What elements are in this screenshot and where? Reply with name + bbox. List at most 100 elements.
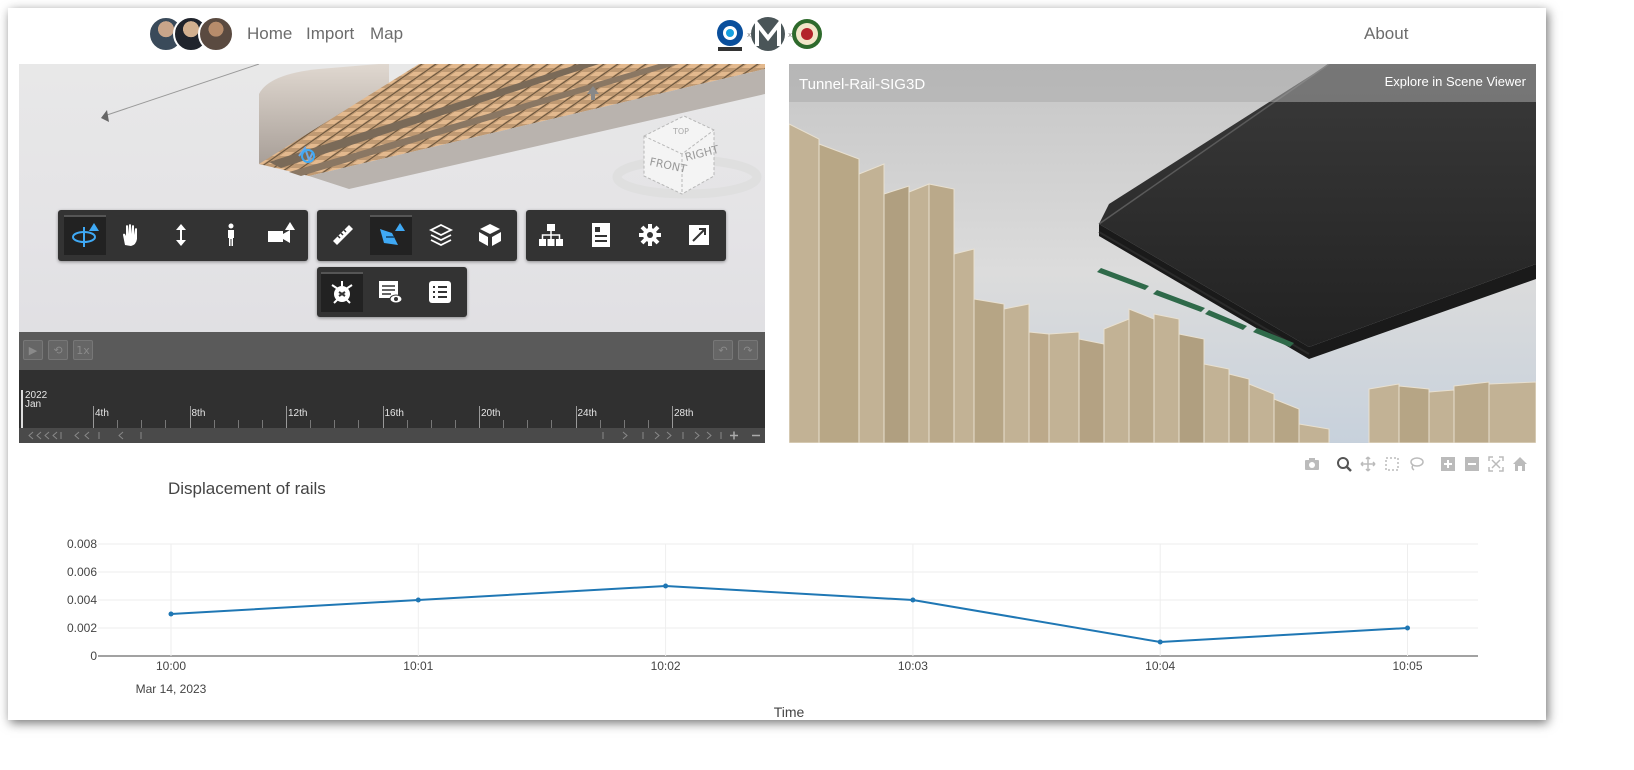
scene-viewer-header: Tunnel-Rail-SIG3D Explore in Scene Viewe… <box>789 64 1536 102</box>
data-point[interactable] <box>415 597 421 603</box>
nav-import-link[interactable]: Import <box>306 24 354 44</box>
timeline-minor-tick <box>599 420 601 428</box>
data-point[interactable] <box>1405 625 1410 631</box>
nav-map-link[interactable]: Map <box>370 24 403 44</box>
x-axis-ticks: 10:00 10:01 10:02 10:03 10:04 10:05 <box>156 659 1423 673</box>
settings-button[interactable] <box>629 215 671 255</box>
explode-button[interactable] <box>469 215 511 255</box>
model-tree-icon <box>539 224 563 246</box>
ruler-icon <box>333 225 353 245</box>
vertical-move-button[interactable] <box>160 215 202 255</box>
timeline-cursor[interactable] <box>21 390 23 428</box>
socotec-logo <box>717 20 743 51</box>
timeline-minor-tick <box>430 420 432 428</box>
layers-button[interactable] <box>420 215 462 255</box>
camera-icon <box>268 222 295 243</box>
navigation-toolbar <box>58 210 308 261</box>
timeline-minor-tick <box>647 420 649 428</box>
cesium-viewer[interactable]: FRONT RIGHT TOP ▶ ⟲ 1x ↶ ↷ 2022 Jan 4th … <box>19 64 765 443</box>
svg-text:x: x <box>788 31 792 39</box>
fullscreen-button[interactable] <box>678 215 720 255</box>
timeline-tick-label: 20th <box>481 408 501 419</box>
pan-button[interactable] <box>110 215 152 255</box>
play-button[interactable]: ▶ <box>23 340 43 360</box>
timeline-minor-tick <box>261 420 263 428</box>
list-icon <box>429 281 451 303</box>
view-cube[interactable]: FRONT RIGHT TOP <box>612 115 762 199</box>
analysis-toolbar <box>317 210 517 261</box>
timeline[interactable]: 2022 Jan 4th 8th 12th 16th 20th 24th 28th <box>19 370 765 443</box>
y-tick-label: 0.002 <box>67 621 97 635</box>
loop-button[interactable]: ⟲ <box>48 340 68 360</box>
step-forward-button[interactable]: ↷ <box>738 340 758 360</box>
m-logo <box>751 17 785 51</box>
x-axis-date-label: Mar 14, 2023 <box>136 682 207 696</box>
light-source-icon <box>101 110 109 122</box>
chart-svg: Displacement of rails 0 0.002 0.004 0.006 0.… <box>67 479 1478 720</box>
animation-bar: ▶ ⟲ 1x ↶ ↷ <box>19 332 765 370</box>
timeline-minor-tick <box>527 420 529 428</box>
navbar: Home Import Map x x About <box>8 8 1546 64</box>
timeline-scroll-glyphs <box>28 431 760 440</box>
y-tick-label: 0 <box>90 649 97 663</box>
timeline-minor-tick <box>551 420 553 428</box>
timeline-minor-tick <box>310 420 312 428</box>
y-axis-ticks: 0 0.002 0.004 0.006 0.008 <box>67 537 97 663</box>
timeline-major-tick <box>93 406 94 428</box>
scene-viewer[interactable]: Tunnel-Rail-SIG3D Explore in Scene Viewe… <box>789 64 1536 443</box>
step-back-button[interactable]: ↶ <box>713 340 733 360</box>
timeline-major-tick <box>382 406 384 428</box>
walk-button[interactable] <box>210 215 252 255</box>
timeline-tick-label: 4th <box>95 408 109 419</box>
data-point[interactable] <box>168 611 174 617</box>
bim-scene[interactable]: FRONT RIGHT TOP <box>19 64 765 332</box>
timeline-tick-label: 16th <box>384 408 404 419</box>
x-tick-label: 10:05 <box>1392 659 1422 673</box>
measure-button[interactable] <box>322 215 364 255</box>
clash-button[interactable] <box>321 272 363 312</box>
svg-text:x: x <box>747 31 751 39</box>
x-tick-label: 10:00 <box>156 659 186 673</box>
data-point[interactable] <box>910 597 916 603</box>
page: Home Import Map x x About FRONT RIGHT TO… <box>8 8 1546 720</box>
section-button[interactable] <box>370 215 412 255</box>
camera-button[interactable] <box>260 215 302 255</box>
nav-about-link[interactable]: About <box>1364 24 1408 44</box>
timeline-tick-label: 28th <box>674 408 694 419</box>
x-axis-title: Time <box>774 704 805 720</box>
data-point[interactable] <box>663 583 669 589</box>
svg-text:TOP: TOP <box>672 127 689 136</box>
explore-scene-viewer-link[interactable]: Explore in Scene Viewer <box>1385 74 1526 89</box>
team-avatars <box>148 16 234 52</box>
timeline-major-tick <box>286 406 287 428</box>
model-browser-button[interactable] <box>530 215 572 255</box>
displacement-chart[interactable]: Displacement of rails 0 0.002 0.004 0.006 0.… <box>8 468 1546 720</box>
timeline-minor-tick <box>623 420 625 428</box>
timeline-scrollbar[interactable] <box>19 428 765 443</box>
timeline-minor-tick <box>334 420 336 428</box>
timeline-minor-tick <box>213 420 215 428</box>
orbit-icon <box>72 223 99 247</box>
data-point[interactable] <box>1157 639 1163 645</box>
properties-button[interactable] <box>580 215 622 255</box>
x-tick-label: 10:04 <box>1145 659 1175 673</box>
clash-icon <box>331 281 353 304</box>
series-line-group <box>168 583 1410 645</box>
list-button[interactable] <box>419 272 461 312</box>
orbit-button[interactable] <box>64 215 106 255</box>
timeline-minor-tick <box>454 420 456 428</box>
views-icon <box>379 281 403 304</box>
scene-3d-svg <box>789 64 1536 443</box>
timeline-tick-label: 8th <box>191 408 206 419</box>
avatar <box>198 16 234 52</box>
x-tick-label: 10:03 <box>898 659 928 673</box>
timeline-minor-tick <box>358 420 360 428</box>
y-tick-label: 0.006 <box>67 565 97 579</box>
speed-button[interactable]: 1x <box>73 340 93 360</box>
timeline-minor-tick <box>165 420 167 428</box>
nav-home-link[interactable]: Home <box>247 24 292 44</box>
timeline-major-tick <box>672 406 673 428</box>
views-button[interactable] <box>369 272 411 312</box>
settings-icon <box>639 224 661 246</box>
y-tick-label: 0.004 <box>67 593 97 607</box>
